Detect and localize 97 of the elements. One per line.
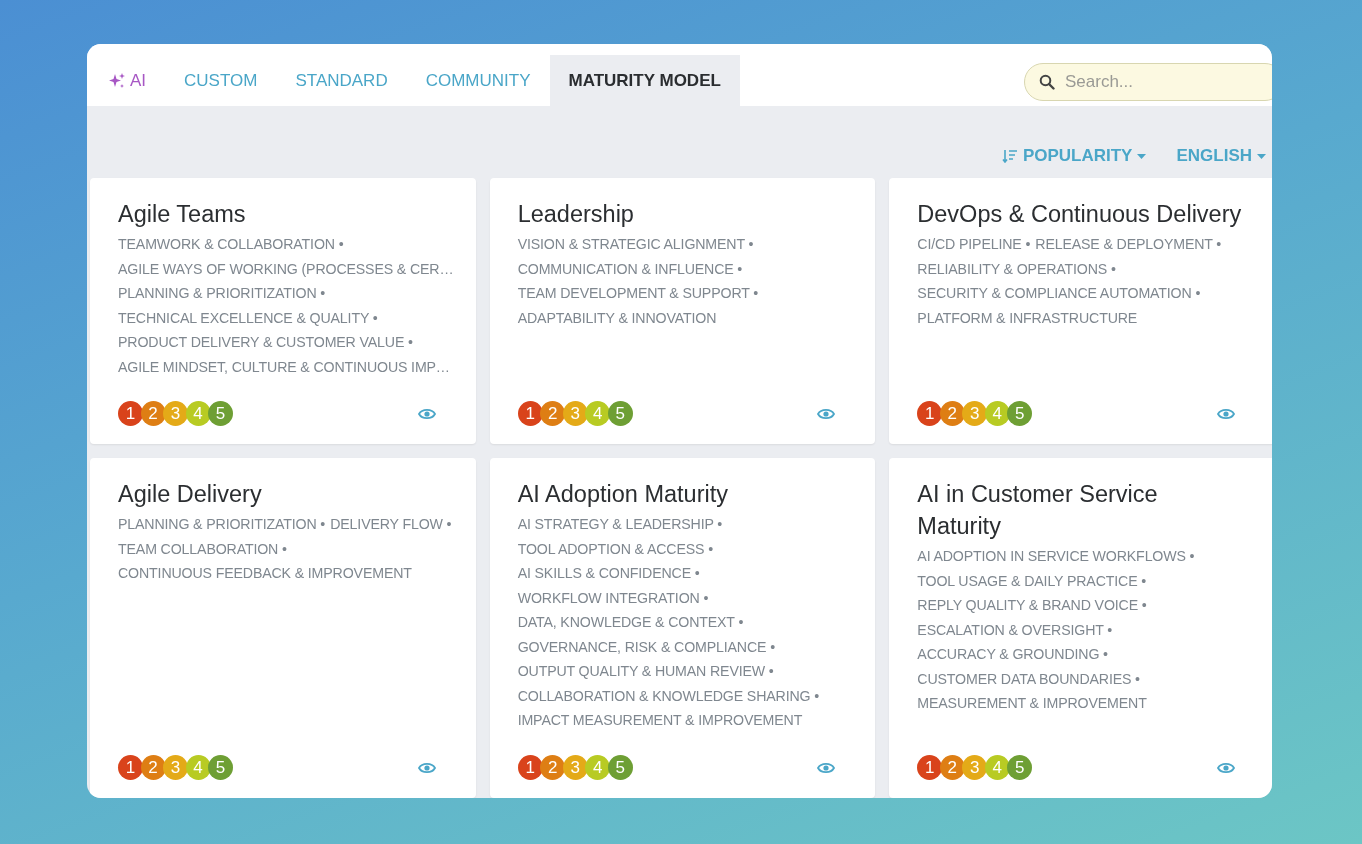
eye-icon[interactable] <box>1217 407 1235 420</box>
category-tag: PRODUCT DELIVERY & CUSTOMER VALUE • <box>118 332 413 353</box>
tab[interactable]: MATURITY MODEL <box>549 55 740 106</box>
sparkle-icon <box>108 71 126 90</box>
model-card[interactable] <box>489 458 876 798</box>
card-title: Leadership <box>517 200 635 229</box>
category-tag: PLANNING & PRIORITIZATION • <box>118 283 326 304</box>
category-tag: AGILE WAYS OF WORKING (PROCESSES & CER… <box>118 258 454 279</box>
category-tag: RELIABILITY & OPERATIONS • <box>917 258 1116 279</box>
model-card[interactable] <box>889 458 1272 798</box>
level-badge: 5 <box>1007 755 1033 780</box>
sort-button[interactable]: POPULARITY <box>1001 146 1147 166</box>
category-tag: OUTPUT QUALITY & HUMAN REVIEW • <box>517 661 774 682</box>
category-tag: PLATFORM & INFRASTRUCTURE <box>917 307 1138 328</box>
level-badge: 2 <box>140 401 166 426</box>
eye-icon[interactable] <box>417 407 436 420</box>
card-title: Agile Teams <box>118 200 247 229</box>
category-tag: TEAMWORK & COLLABORATION • <box>118 234 344 255</box>
category-tag: AI ADOPTION IN SERVICE WORKFLOWS • <box>917 546 1195 567</box>
level-badge: 3 <box>163 755 188 780</box>
card-title: AI in Customer Service Maturity <box>917 480 1159 541</box>
level-badge: 2 <box>939 401 965 426</box>
tab[interactable]: CUSTOM <box>165 55 277 106</box>
eye-icon[interactable] <box>817 407 836 420</box>
level-badge: 1 <box>917 755 943 780</box>
category-tag: CI/CD PIPELINE • <box>917 234 1031 255</box>
level-badge: 2 <box>540 401 566 426</box>
category-tag: IMPACT MEASUREMENT & IMPROVEMENT <box>517 710 803 731</box>
search-field[interactable]: Search... <box>1024 63 1272 101</box>
category-tag: TOOL ADOPTION & ACCESS • <box>517 538 713 559</box>
level-badge: 4 <box>984 401 1010 426</box>
card-title: DevOps & Continuous Delivery <box>917 200 1243 229</box>
level-badge: 3 <box>163 401 188 426</box>
category-tag: ESCALATION & OVERSIGHT • <box>917 619 1113 640</box>
tab[interactable]: STANDARD <box>276 55 407 106</box>
category-tag: TOOL USAGE & DAILY PRACTICE • <box>917 570 1147 591</box>
level-badge: 3 <box>562 755 588 780</box>
category-tag: COMMUNICATION & INFLUENCE • <box>517 258 743 279</box>
level-badge: 5 <box>208 401 233 426</box>
level-badge: 4 <box>185 755 211 780</box>
category-tag: TEAM COLLABORATION • <box>118 538 287 559</box>
category-tag: AI SKILLS & CONFIDENCE • <box>517 563 700 584</box>
model-card[interactable]: Leadership VISION & STRATEGIC ALIGNMENT • COMMUNICATION & INFLUENCE • TEAM DEVELOPMENT & SUPPORT • ADAPTABILITY & INNOVATION 1 2 3 4 5 <box>489 178 876 444</box>
level-badge: 2 <box>540 755 566 780</box>
eye-icon[interactable] <box>1217 761 1235 774</box>
tab[interactable]: AI <box>89 55 166 106</box>
category-tag: REPLY QUALITY & BRAND VOICE • <box>917 595 1147 616</box>
card-title: Agile Delivery <box>118 480 263 509</box>
caret-icon <box>1257 153 1266 159</box>
category-tag: DATA, KNOWLEDGE & CONTEXT • <box>517 612 744 633</box>
card-title: AI Adoption Maturity <box>517 480 729 509</box>
category-tag: VISION & STRATEGIC ALIGNMENT • <box>517 234 754 255</box>
level-badge: 3 <box>962 755 988 780</box>
category-tag: RELEASE & DEPLOYMENT • <box>1035 234 1222 255</box>
category-tag: ADAPTABILITY & INNOVATION <box>517 307 717 328</box>
language-button[interactable]: ENGLISH <box>1176 146 1266 166</box>
eye-icon[interactable] <box>817 761 836 774</box>
level-badge: 1 <box>118 755 143 780</box>
level-badge: 4 <box>984 755 1010 780</box>
category-tag: SECURITY & COMPLIANCE AUTOMATION • <box>917 283 1201 304</box>
category-tag: MEASUREMENT & IMPROVEMENT <box>917 693 1147 714</box>
level-badge: 5 <box>1007 401 1033 426</box>
category-tag: GOVERNANCE, RISK & COMPLIANCE • <box>517 636 775 657</box>
level-badge: 2 <box>140 755 166 780</box>
level-badge: 5 <box>607 755 633 780</box>
caret-icon <box>1137 153 1147 159</box>
model-card[interactable] <box>90 178 476 444</box>
level-badge: 1 <box>517 755 543 780</box>
category-tag: TEAM DEVELOPMENT & SUPPORT • <box>517 283 759 304</box>
level-badge: 3 <box>562 401 588 426</box>
category-tag: CUSTOMER DATA BOUNDARIES • <box>917 668 1140 689</box>
category-tag: AI STRATEGY & LEADERSHIP • <box>517 514 723 535</box>
category-tag: WORKFLOW INTEGRATION • <box>517 587 709 608</box>
search-input[interactable]: Search... <box>1063 71 1247 93</box>
level-badge: 4 <box>585 755 611 780</box>
level-badge: 5 <box>607 401 633 426</box>
category-tag: ACCURACY & GROUNDING • <box>917 644 1108 665</box>
level-badge: 1 <box>517 401 543 426</box>
model-card[interactable]: DevOps & Continuous Delivery CI/CD PIPELINE • RELEASE & DEPLOYMENT • RELIABILITY & OPERATIONS • SECURITY & COMPLIANCE AUTOMATION • PLATFORM & INFRASTRUCTURE 1 2 3 4 5 <box>889 178 1272 444</box>
level-badge: 2 <box>939 755 965 780</box>
model-card[interactable]: Agile Delivery PLANNING & PRIORITIZATION • DELIVERY FLOW • TEAM COLLABORATION • CONTINUOUS FEEDBACK & IMPROVEMENT 1 2 3 4 5 <box>90 458 476 798</box>
sort-icon <box>1001 149 1018 163</box>
category-tag: COLLABORATION & KNOWLEDGE SHARING • <box>517 685 820 706</box>
category-tag: AGILE MINDSET, CULTURE & CONTINUOUS IMP… <box>118 356 450 377</box>
category-tag: CONTINUOUS FEEDBACK & IMPROVEMENT <box>118 563 412 584</box>
level-badge: 1 <box>917 401 943 426</box>
level-badge: 5 <box>208 755 233 780</box>
level-badge: 3 <box>962 401 988 426</box>
category-tag: TECHNICAL EXCELLENCE & QUALITY • <box>118 307 378 328</box>
tab[interactable]: COMMUNITY <box>406 55 550 106</box>
category-tag: DELIVERY FLOW • <box>330 514 452 535</box>
eye-icon[interactable] <box>417 761 436 774</box>
level-badge: 1 <box>118 401 143 426</box>
search-icon <box>1039 74 1055 90</box>
level-badge: 4 <box>585 401 611 426</box>
level-badge: 4 <box>185 401 211 426</box>
category-tag: PLANNING & PRIORITIZATION • <box>118 514 326 535</box>
